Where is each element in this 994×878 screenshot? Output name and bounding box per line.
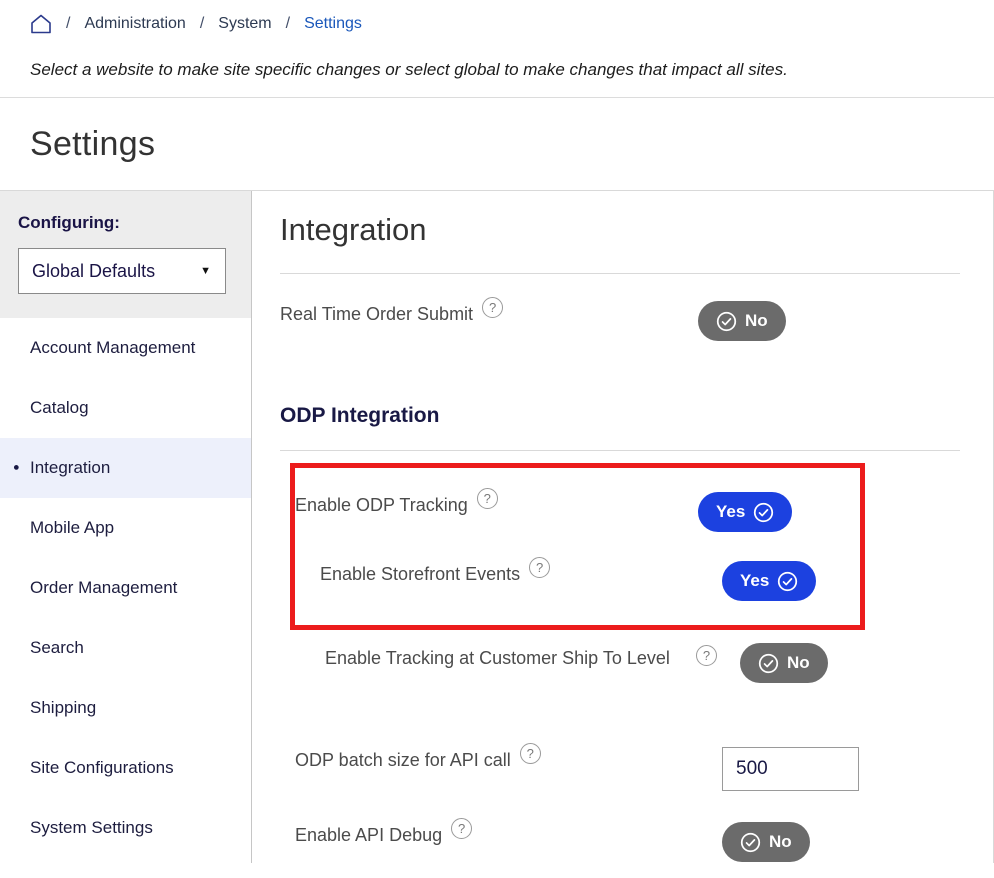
- help-icon[interactable]: ?: [482, 297, 503, 318]
- enable-odp-tracking-toggle[interactable]: Yes: [698, 492, 792, 532]
- home-icon[interactable]: [30, 14, 52, 34]
- odp-section-divider: [280, 450, 960, 451]
- setting-row-odp-batch-size: ODP batch size for API call ?: [280, 747, 993, 793]
- setting-label: Enable ODP Tracking ?: [295, 492, 498, 518]
- sidebar-item-label: Order Management: [30, 578, 177, 598]
- toggle-state-label: No: [787, 653, 810, 673]
- check-circle-icon: [716, 311, 737, 332]
- sidebar-item-search[interactable]: ● Search: [0, 618, 251, 678]
- help-icon[interactable]: ?: [477, 488, 498, 509]
- help-icon[interactable]: ?: [520, 743, 541, 764]
- settings-sidebar: Configuring: Global Defaults ▼ ● Account…: [0, 191, 252, 863]
- chevron-down-icon: ▼: [200, 265, 211, 277]
- check-circle-icon: [753, 502, 774, 523]
- toggle-state-label: No: [745, 311, 768, 331]
- enable-api-debug-toggle[interactable]: No: [722, 822, 810, 862]
- breadcrumb-separator: /: [66, 15, 70, 33]
- sidebar-item-label: Integration: [30, 458, 110, 478]
- sidebar-item-integration[interactable]: ● Integration: [0, 438, 251, 498]
- check-circle-icon: [740, 832, 761, 853]
- help-icon[interactable]: ?: [529, 557, 550, 578]
- sidebar-item-shipping[interactable]: ● Shipping: [0, 678, 251, 738]
- header-divider: [0, 97, 994, 98]
- page-title: Settings: [30, 125, 994, 164]
- breadcrumb-administration[interactable]: Administration: [84, 15, 185, 33]
- odp-section-title: ODP Integration: [280, 404, 993, 428]
- integration-panel: Integration Real Time Order Submit ? No …: [252, 191, 994, 863]
- sidebar-item-order-management[interactable]: ● Order Management: [0, 558, 251, 618]
- toggle-state-label: Yes: [716, 502, 745, 522]
- check-circle-icon: [777, 571, 798, 592]
- configuring-block: Configuring: Global Defaults ▼: [0, 191, 251, 318]
- help-icon[interactable]: ?: [451, 818, 472, 839]
- setting-label: Real Time Order Submit ?: [280, 301, 503, 327]
- sidebar-item-label: Search: [30, 638, 84, 658]
- toggle-state-label: Yes: [740, 571, 769, 591]
- help-icon[interactable]: ?: [696, 645, 717, 666]
- setting-row-enable-storefront-events: Enable Storefront Events ? Yes: [295, 561, 860, 605]
- sidebar-item-site-configurations[interactable]: ● Site Configurations: [0, 738, 251, 798]
- section-divider: [280, 273, 960, 274]
- scope-select[interactable]: Global Defaults ▼: [18, 248, 226, 294]
- sidebar-item-label: System Settings: [30, 818, 153, 838]
- content-area: Configuring: Global Defaults ▼ ● Account…: [0, 190, 994, 863]
- sidebar-item-system-settings[interactable]: ● System Settings: [0, 798, 251, 858]
- section-title: Integration: [280, 212, 993, 248]
- scope-select-value: Global Defaults: [32, 261, 155, 282]
- configuring-label: Configuring:: [18, 213, 235, 233]
- check-circle-icon: [758, 653, 779, 674]
- sidebar-item-label: Site Configurations: [30, 758, 174, 778]
- breadcrumb-settings[interactable]: Settings: [304, 15, 362, 33]
- sidebar-item-account-management[interactable]: ● Account Management: [0, 318, 251, 378]
- setting-label: ODP batch size for API call ?: [295, 747, 541, 773]
- setting-label: Enable Tracking at Customer Ship To Leve…: [325, 643, 680, 673]
- sidebar-item-label: Catalog: [30, 398, 89, 418]
- highlight-box: Enable ODP Tracking ? Yes Enable Storefr…: [290, 463, 865, 630]
- scope-note: Select a website to make site specific c…: [30, 60, 994, 80]
- sidebar-item-label: Account Management: [30, 338, 195, 358]
- active-bullet-icon: ●: [13, 463, 20, 474]
- enable-tracking-ship-to-toggle[interactable]: No: [740, 643, 828, 683]
- setting-row-enable-tracking-ship-to: Enable Tracking at Customer Ship To Leve…: [280, 643, 993, 713]
- setting-label: Enable API Debug ?: [295, 822, 472, 848]
- sidebar-item-label: Shipping: [30, 698, 96, 718]
- setting-row-enable-odp-tracking: Enable ODP Tracking ? Yes: [295, 492, 860, 536]
- sidebar-item-label: Mobile App: [30, 518, 114, 538]
- odp-batch-size-input[interactable]: [722, 747, 859, 791]
- toggle-state-label: No: [769, 832, 792, 852]
- breadcrumb: / Administration / System / Settings: [0, 0, 994, 34]
- setting-label: Enable Storefront Events ?: [320, 561, 550, 587]
- real-time-order-submit-toggle[interactable]: No: [698, 301, 786, 341]
- sidebar-item-mobile-app[interactable]: ● Mobile App: [0, 498, 251, 558]
- setting-row-enable-api-debug: Enable API Debug ? No: [280, 822, 993, 864]
- sidebar-nav: ● Account Management ● Catalog ● Integra…: [0, 318, 251, 858]
- breadcrumb-separator: /: [286, 15, 290, 33]
- sidebar-item-catalog[interactable]: ● Catalog: [0, 378, 251, 438]
- enable-storefront-events-toggle[interactable]: Yes: [722, 561, 816, 601]
- breadcrumb-system[interactable]: System: [218, 15, 271, 33]
- setting-row-real-time-order-submit: Real Time Order Submit ? No: [280, 301, 993, 347]
- breadcrumb-separator: /: [200, 15, 204, 33]
